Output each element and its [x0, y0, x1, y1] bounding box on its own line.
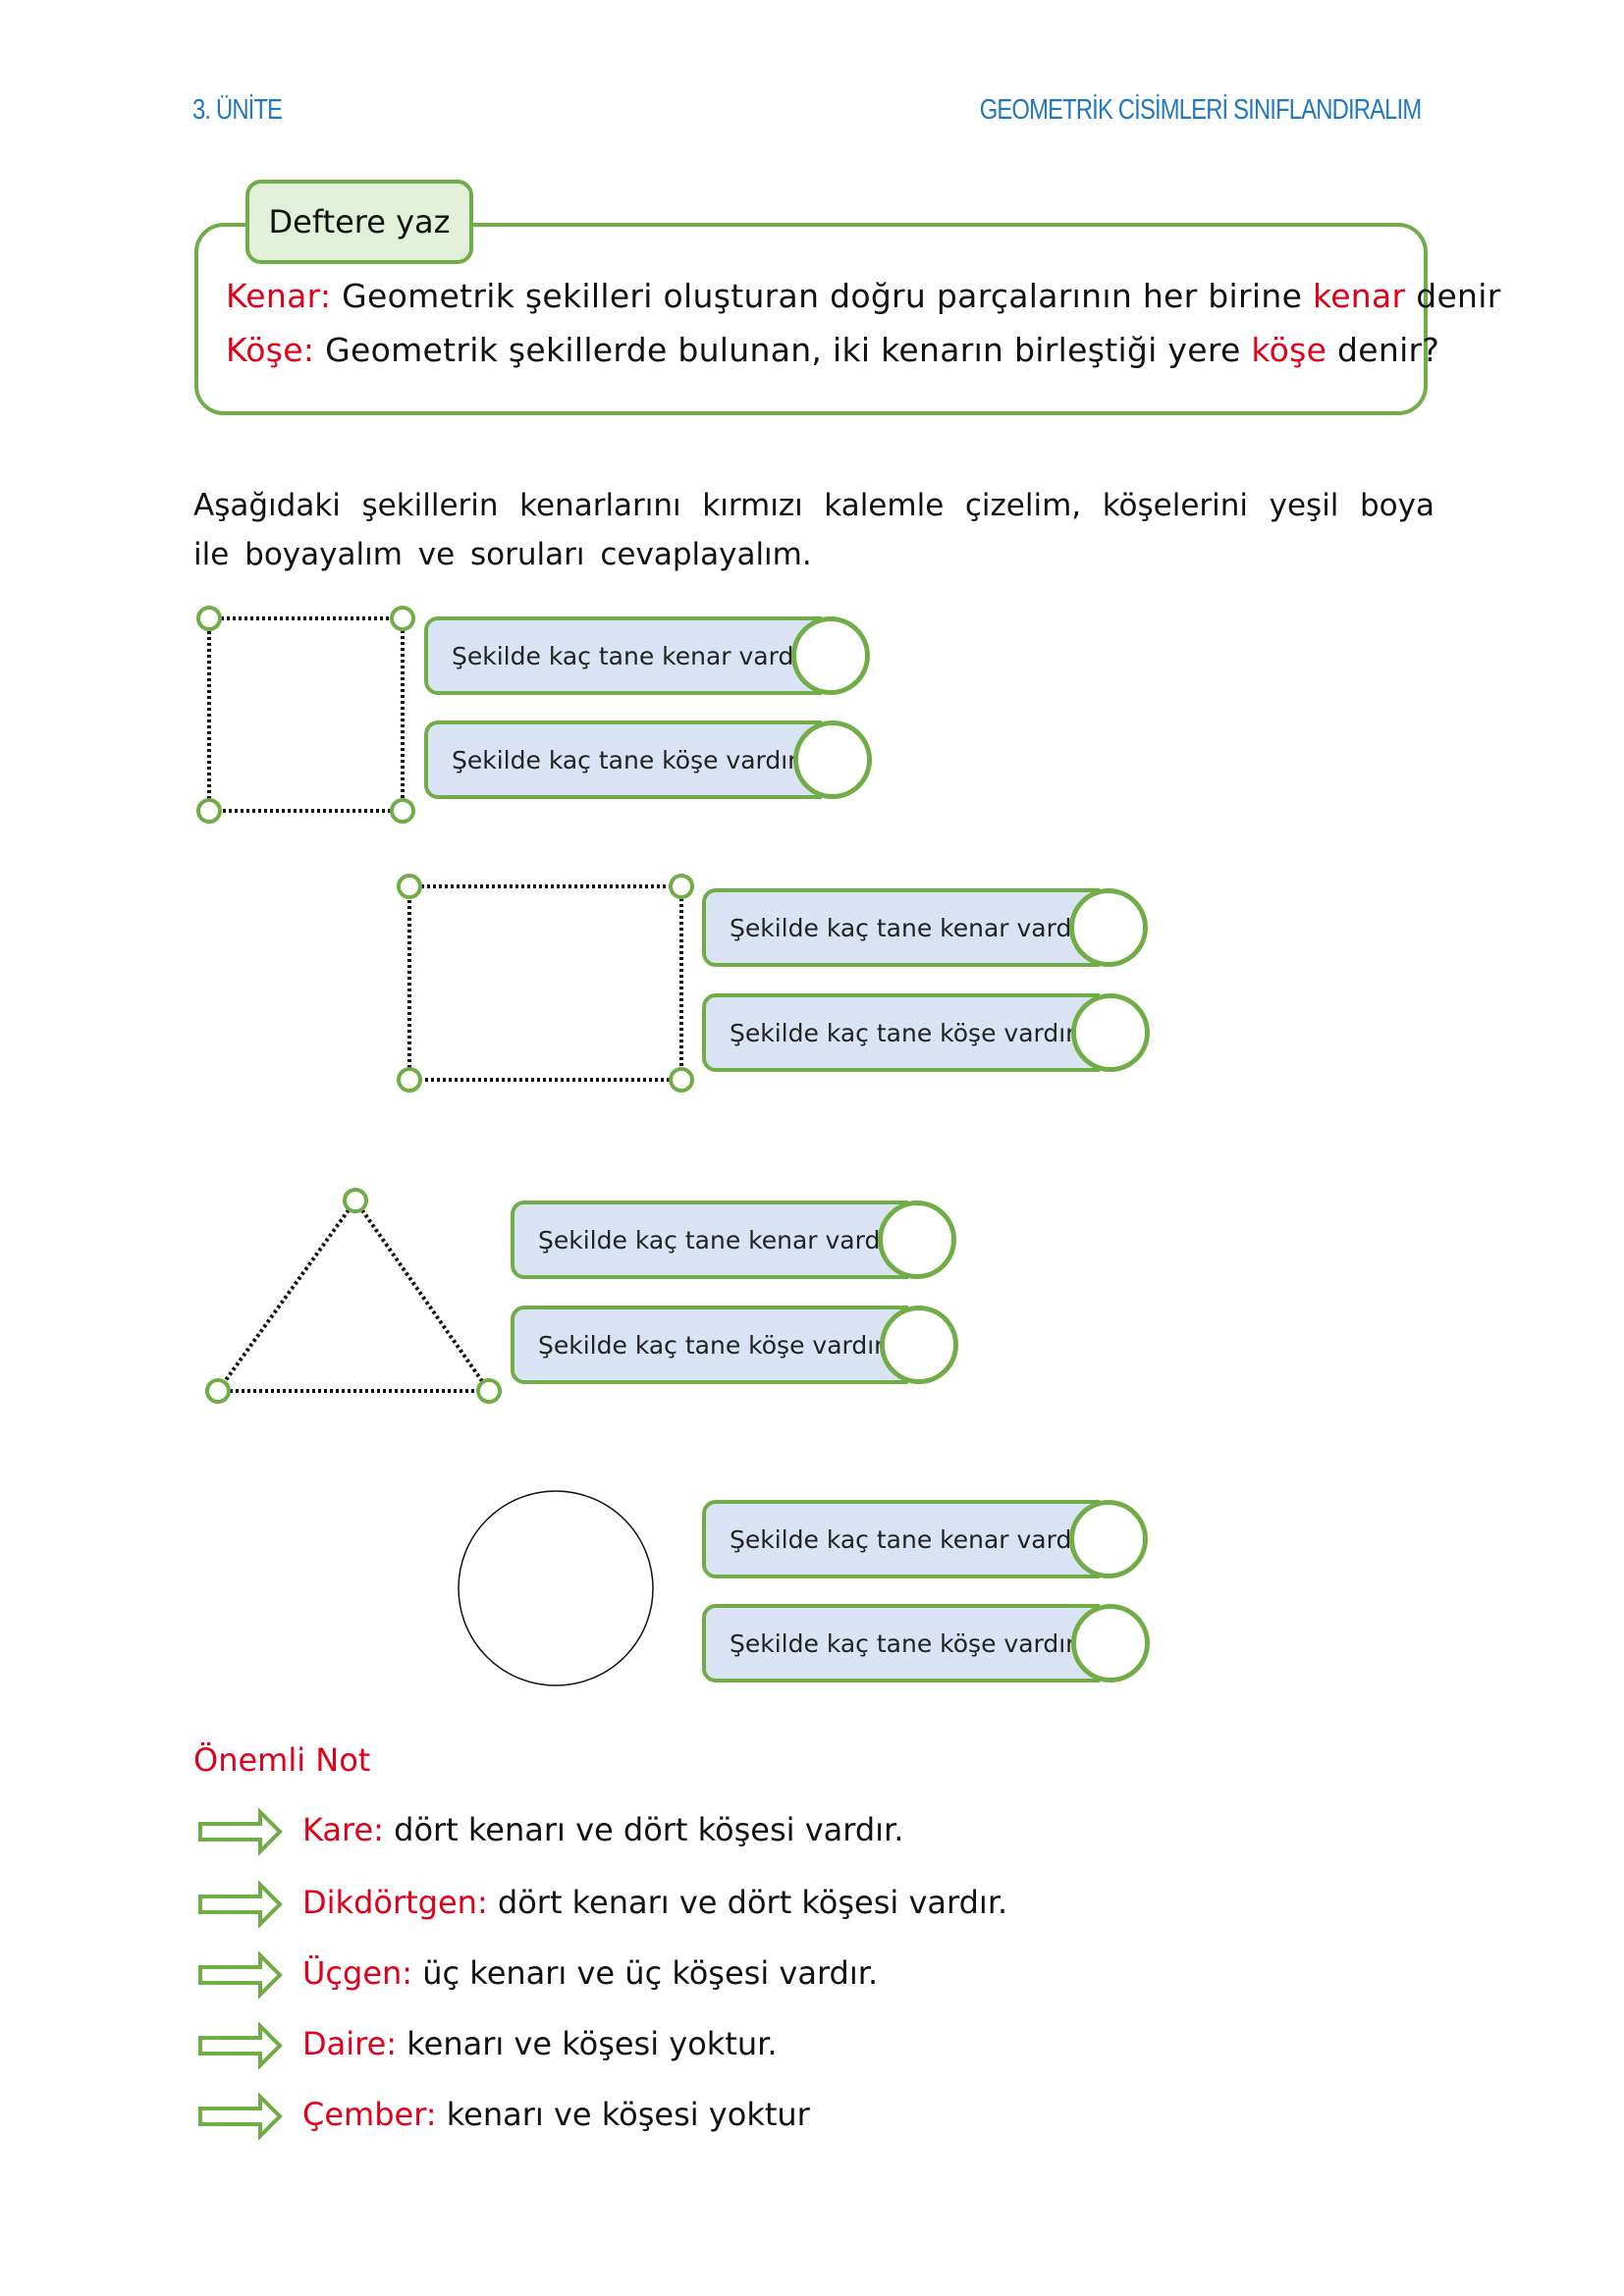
vertex-dot[interactable]: [390, 606, 415, 631]
question-edges-2: Şekilde kaç tane kenar vardır?: [702, 888, 1102, 967]
question-text: Şekilde kaç tane köşe vardır?: [730, 1629, 1089, 1658]
vertex-dot[interactable]: [343, 1188, 368, 1213]
answer-circle-corners-3[interactable]: [880, 1306, 958, 1384]
note-text: dört kenarı ve dört köşesi vardır.: [383, 1811, 904, 1848]
question-text: Şekilde kaç tane köşe vardır?: [730, 1018, 1089, 1047]
note-item: Daire: kenarı ve köşesi yoktur.: [302, 2025, 778, 2062]
note-text: üç kenarı ve üç köşesi vardır.: [412, 1954, 879, 1992]
vertex-dot[interactable]: [390, 798, 415, 824]
note-item: Çember: kenarı ve köşesi yoktur: [302, 2096, 810, 2133]
answer-circle-edges-4[interactable]: [1069, 1500, 1148, 1578]
question-text: Şekilde kaç tane kenar vardır?: [730, 1524, 1102, 1554]
note-text: kenarı ve köşesi yoktur: [436, 2096, 810, 2133]
note-term: Çember:: [302, 2096, 437, 2133]
note-item: Dikdörtgen: dört kenarı ve dört köşesi v…: [302, 1884, 1007, 1921]
rectangle-edges[interactable]: [207, 616, 405, 813]
note-item: Üçgen: üç kenarı ve üç köşesi vardır.: [302, 1954, 878, 1992]
question-corners-1: Şekilde kaç tane köşe vardır?: [424, 721, 822, 799]
question-text: Şekilde kaç tane kenar vardır?: [538, 1225, 910, 1255]
question-corners-3: Şekilde kaç tane köşe vardır?: [511, 1306, 908, 1384]
answer-circle-corners-2[interactable]: [1071, 993, 1150, 1072]
question-edges-4: Şekilde kaç tane kenar vardır?: [702, 1500, 1102, 1578]
note-text: dört kenarı ve dört köşesi vardır.: [487, 1884, 1008, 1921]
question-text: Şekilde kaç tane köşe vardır?: [538, 1330, 897, 1360]
vertex-dot[interactable]: [669, 1067, 694, 1093]
question-corners-2: Şekilde kaç tane köşe vardır?: [702, 993, 1100, 1072]
question-text: Şekilde kaç tane kenar vardır?: [730, 913, 1102, 942]
note-term: Dikdörtgen:: [302, 1884, 488, 1921]
answer-circle-edges-2[interactable]: [1069, 888, 1148, 967]
vertex-dot[interactable]: [397, 874, 422, 899]
arrow-right-icon: [198, 1880, 283, 1929]
note-item: Kare: dört kenarı ve dört köşesi vardır.: [302, 1811, 903, 1848]
triangle-edges[interactable]: [216, 1199, 491, 1393]
answer-circle-edges-1[interactable]: [791, 616, 870, 695]
note-term: Kare:: [302, 1811, 384, 1848]
vertex-dot[interactable]: [205, 1378, 231, 1404]
arrow-right-icon: [198, 1950, 283, 2000]
note-term: Daire:: [302, 2025, 398, 2062]
question-corners-4: Şekilde kaç tane köşe vardır?: [702, 1604, 1100, 1682]
arrow-right-icon: [198, 2021, 283, 2070]
answer-circle-corners-1[interactable]: [793, 721, 872, 799]
note-text: kenarı ve köşesi yoktur.: [397, 2025, 778, 2062]
question-text: Şekilde kaç tane köşe vardır?: [452, 745, 811, 774]
arrow-right-icon: [198, 1807, 283, 1856]
answer-circle-edges-3[interactable]: [878, 1201, 956, 1279]
square-edges[interactable]: [407, 884, 683, 1082]
shapes-canvas: [196, 606, 694, 2141]
question-edges-1: Şekilde kaç tane kenar vardır?: [424, 616, 824, 695]
vertex-dot[interactable]: [196, 606, 222, 631]
vertex-dot[interactable]: [397, 1067, 422, 1093]
answer-circle-corners-4[interactable]: [1071, 1604, 1150, 1682]
vertex-dot[interactable]: [669, 874, 694, 899]
note-term: Üçgen:: [302, 1954, 413, 1992]
vertex-dot[interactable]: [476, 1378, 502, 1404]
question-edges-3: Şekilde kaç tane kenar vardır?: [511, 1201, 910, 1279]
arrow-right-icon: [198, 2092, 283, 2141]
question-text: Şekilde kaç tane kenar vardır?: [452, 641, 824, 670]
vertex-dot[interactable]: [196, 798, 222, 824]
notes-title: Önemli Not: [193, 1741, 371, 1779]
circle-shape[interactable]: [458, 1490, 654, 1686]
